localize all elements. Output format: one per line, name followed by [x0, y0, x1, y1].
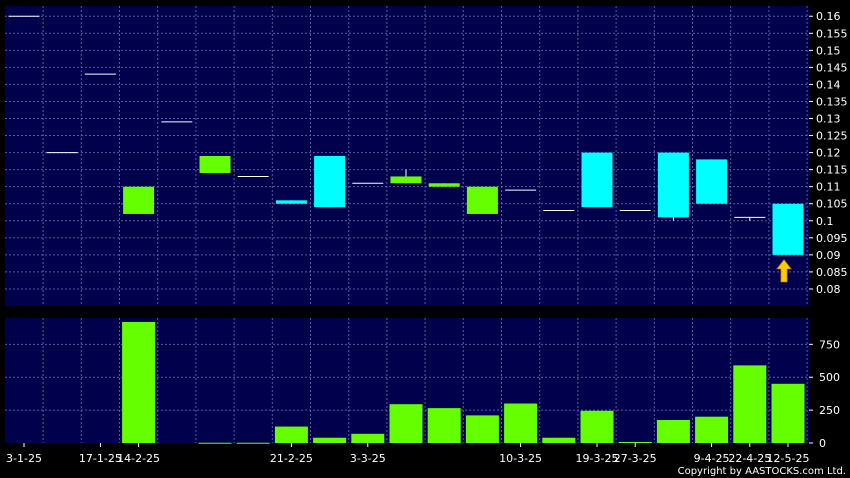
price-tick-label: 0.145 — [816, 61, 848, 74]
volume-bar — [771, 383, 805, 443]
candle-body — [466, 186, 498, 214]
candle-body — [772, 203, 804, 255]
price-tick-label: 0.14 — [816, 78, 841, 91]
price-tick-label: 0.135 — [816, 95, 848, 108]
x-tick-label: 3-1-25 — [6, 452, 42, 465]
volume-bar — [389, 404, 423, 443]
volume-bar — [198, 442, 232, 444]
x-tick-label: 21-2-25 — [270, 452, 313, 465]
candle-body — [199, 156, 231, 174]
price-tick-label: 0.105 — [816, 198, 848, 211]
volume-bar — [504, 403, 538, 443]
price-tick-label: 0.125 — [816, 130, 848, 143]
volume-bar — [695, 416, 729, 443]
volume-tick-label: 0 — [819, 437, 826, 450]
candle — [466, 186, 498, 214]
candle-body — [275, 200, 307, 204]
volume-bar — [580, 410, 614, 443]
price-tick-label: 0.16 — [816, 10, 841, 23]
volume-tick-label: 250 — [819, 404, 840, 417]
x-tick-label: 10-3-25 — [499, 452, 542, 465]
candle-body — [657, 152, 689, 218]
price-tick-label: 0.15 — [816, 44, 841, 57]
price-tick-label: 0.1 — [816, 215, 834, 228]
volume-bar — [733, 365, 767, 443]
stock-chart: 0.160.1550.150.1450.140.1350.130.1250.12… — [5, 6, 848, 465]
candle — [696, 159, 728, 204]
price-tick-label: 0.09 — [816, 249, 841, 262]
x-tick-label: 22-4-25 — [728, 452, 771, 465]
volume-bar — [542, 437, 576, 443]
x-tick-label: 12-5-25 — [767, 452, 810, 465]
x-tick-label: 9-4-25 — [694, 452, 730, 465]
candle-body — [428, 183, 460, 187]
candle-body — [696, 159, 728, 204]
x-tick-label: 19-3-25 — [576, 452, 619, 465]
price-tick-label: 0.12 — [816, 147, 841, 160]
volume-bar — [427, 408, 461, 443]
candle — [657, 152, 689, 221]
volume-bar — [656, 419, 690, 443]
copyright-text: Copyright by AASTOCKS.com Ltd. — [677, 466, 846, 477]
candle-body — [123, 186, 155, 214]
volume-bar — [313, 437, 347, 443]
volume-bar — [618, 441, 652, 443]
candle-body — [390, 176, 422, 184]
price-tick-label: 0.08 — [816, 283, 841, 296]
x-tick-label: 3-3-25 — [350, 452, 386, 465]
price-tick-label: 0.11 — [816, 181, 841, 194]
candle — [314, 156, 346, 208]
volume-bar — [122, 321, 156, 443]
price-tick-label: 0.115 — [816, 164, 848, 177]
volume-tick-label: 750 — [819, 338, 840, 351]
candle — [428, 183, 460, 187]
x-tick-label: 17-1-25 — [79, 452, 122, 465]
x-tick-label: 14-2-25 — [117, 452, 160, 465]
price-tick-label: 0.085 — [816, 266, 848, 279]
candle — [123, 186, 155, 214]
candle — [275, 200, 307, 204]
candle — [199, 156, 231, 174]
volume-bar — [274, 426, 308, 443]
volume-bar — [236, 442, 270, 444]
x-tick-label: 27-3-25 — [614, 452, 657, 465]
price-tick-label: 0.13 — [816, 113, 841, 126]
price-tick-label: 0.155 — [816, 27, 848, 40]
volume-tick-label: 500 — [819, 371, 840, 384]
volume-bar — [351, 433, 385, 443]
price-tick-label: 0.095 — [816, 232, 848, 245]
candle — [772, 203, 804, 255]
candle-body — [581, 152, 613, 208]
candle — [581, 152, 613, 208]
volume-bar — [465, 415, 499, 443]
candle-body — [314, 156, 346, 208]
